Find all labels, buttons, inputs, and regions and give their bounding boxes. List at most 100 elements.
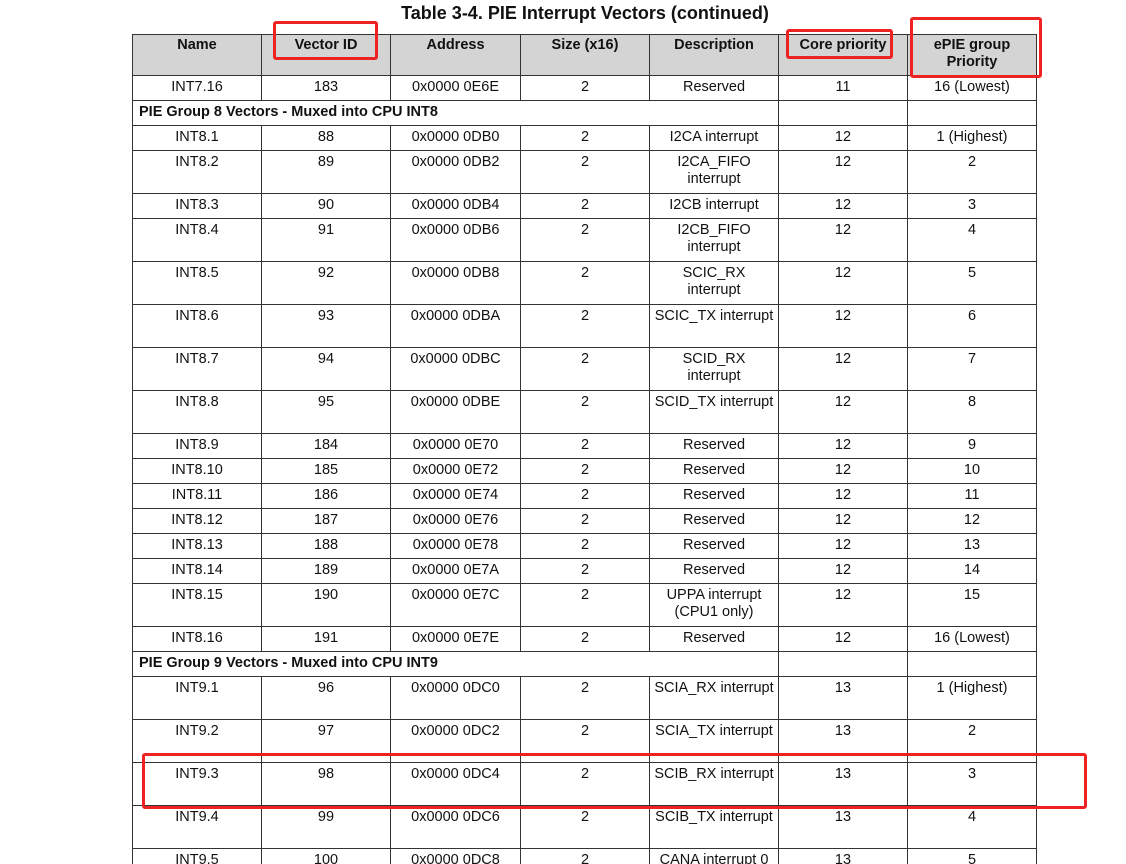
cell-vector-id: 91 xyxy=(261,218,391,262)
cell-address: 0x0000 0DC0 xyxy=(390,676,521,720)
cell-description: Reserved xyxy=(649,75,779,101)
cell-core-priority: 12 xyxy=(778,533,908,559)
cell-description: SCIA_RX interrupt xyxy=(649,676,779,720)
cell-size: 2 xyxy=(520,762,650,806)
cell-vector-id: 92 xyxy=(261,261,391,305)
cell-description: SCIA_TX interrupt xyxy=(649,719,779,763)
cell-epie-group-priority: 11 xyxy=(907,483,1037,509)
cell-name: INT8.15 xyxy=(132,583,262,627)
cell-size: 2 xyxy=(520,676,650,720)
cell-name: INT8.4 xyxy=(132,218,262,262)
table-row: INT8.11 186 0x0000 0E74 2 Reserved 12 11 xyxy=(132,483,1037,509)
cell-epie-group-priority: 9 xyxy=(907,433,1037,459)
table-header: Name Vector ID Address Size (x16) Descri… xyxy=(132,34,1037,76)
cell-epie-group-priority: 2 xyxy=(907,150,1037,194)
cell-description: Reserved xyxy=(649,483,779,509)
cell-description: Reserved xyxy=(649,558,779,584)
cell-address: 0x0000 0DBC xyxy=(390,347,521,391)
cell-description: SCID_TX interrupt xyxy=(649,390,779,434)
table-row: INT8.8 95 0x0000 0DBE 2 SCID_TX interrupt 12 8 xyxy=(132,390,1037,434)
cell-name: INT8.13 xyxy=(132,533,262,559)
header-size: Size (x16) xyxy=(520,34,650,76)
header-vector-id: Vector ID xyxy=(261,34,391,76)
cell-epie-group-priority: 1 (Highest) xyxy=(907,125,1037,151)
cell-vector-id: 93 xyxy=(261,304,391,348)
table-row: INT8.2 89 0x0000 0DB2 2 I2CA_FIFO interrupt 1… xyxy=(132,150,1037,194)
table-row: INT8.10 185 0x0000 0E72 2 Reserved 12 10 xyxy=(132,458,1037,484)
cell-size: 2 xyxy=(520,458,650,484)
cell-vector-id: 88 xyxy=(261,125,391,151)
cell-size: 2 xyxy=(520,533,650,559)
cell-address: 0x0000 0E72 xyxy=(390,458,521,484)
cell-size: 2 xyxy=(520,719,650,763)
group-empty-cell xyxy=(907,100,1037,126)
cell-core-priority: 13 xyxy=(778,676,908,720)
cell-name: INT8.3 xyxy=(132,193,262,219)
cell-epie-group-priority: 10 xyxy=(907,458,1037,484)
table-row: INT8.12 187 0x0000 0E76 2 Reserved 12 12 xyxy=(132,508,1037,534)
cell-description: I2CA_FIFO interrupt xyxy=(649,150,779,194)
header-row: Name Vector ID Address Size (x16) Descri… xyxy=(132,34,1037,76)
cell-address: 0x0000 0DBA xyxy=(390,304,521,348)
cell-core-priority: 12 xyxy=(778,390,908,434)
cell-vector-id: 99 xyxy=(261,805,391,849)
table-row: INT9.2 97 0x0000 0DC2 2 SCIA_TX interrupt 13 2 xyxy=(132,719,1037,763)
cell-vector-id: 89 xyxy=(261,150,391,194)
cell-description: SCID_RX interrupt xyxy=(649,347,779,391)
cell-core-priority: 11 xyxy=(778,75,908,101)
cell-size: 2 xyxy=(520,193,650,219)
cell-description: Reserved xyxy=(649,433,779,459)
cell-core-priority: 12 xyxy=(778,218,908,262)
cell-core-priority: 12 xyxy=(778,626,908,652)
cell-description: UPPA interrupt (CPU1 only) xyxy=(649,583,779,627)
cell-description: Reserved xyxy=(649,508,779,534)
cell-description: Reserved xyxy=(649,458,779,484)
cell-name: INT8.11 xyxy=(132,483,262,509)
table-row: INT9.3 98 0x0000 0DC4 2 SCIB_RX interrupt 13 3 xyxy=(132,762,1037,806)
cell-core-priority: 12 xyxy=(778,433,908,459)
cell-epie-group-priority: 13 xyxy=(907,533,1037,559)
cell-address: 0x0000 0E6E xyxy=(390,75,521,101)
table-row: INT8.15 190 0x0000 0E7C 2 UPPA interrupt (CP… xyxy=(132,583,1037,627)
cell-epie-group-priority: 3 xyxy=(907,762,1037,806)
cell-name: INT8.9 xyxy=(132,433,262,459)
cell-name: INT7.16 xyxy=(132,75,262,101)
cell-description: I2CA interrupt xyxy=(649,125,779,151)
cell-vector-id: 189 xyxy=(261,558,391,584)
pie-vectors-table: Name Vector ID Address Size (x16) Descri… xyxy=(132,34,1037,864)
table-row: INT9.5 100 0x0000 0DC8 2 CANA interrupt 0 13 5 xyxy=(132,848,1037,864)
cell-core-priority: 12 xyxy=(778,193,908,219)
cell-address: 0x0000 0DC6 xyxy=(390,805,521,849)
cell-vector-id: 97 xyxy=(261,719,391,763)
cell-core-priority: 13 xyxy=(778,805,908,849)
cell-description: I2CB interrupt xyxy=(649,193,779,219)
table-row: INT8.1 88 0x0000 0DB0 2 I2CA interrupt 12 1 (H… xyxy=(132,125,1037,151)
cell-address: 0x0000 0DC2 xyxy=(390,719,521,763)
cell-name: INT8.5 xyxy=(132,261,262,305)
group-empty-cell xyxy=(778,651,908,677)
table-row: INT8.5 92 0x0000 0DB8 2 SCIC_RX interrupt 12 5 xyxy=(132,261,1037,305)
cell-vector-id: 90 xyxy=(261,193,391,219)
cell-description: SCIB_RX interrupt xyxy=(649,762,779,806)
cell-core-priority: 12 xyxy=(778,583,908,627)
cell-address: 0x0000 0DB4 xyxy=(390,193,521,219)
cell-core-priority: 13 xyxy=(778,719,908,763)
cell-address: 0x0000 0DC8 xyxy=(390,848,521,864)
cell-size: 2 xyxy=(520,150,650,194)
cell-size: 2 xyxy=(520,433,650,459)
cell-address: 0x0000 0E7E xyxy=(390,626,521,652)
cell-name: INT8.12 xyxy=(132,508,262,534)
cell-size: 2 xyxy=(520,125,650,151)
cell-address: 0x0000 0DB8 xyxy=(390,261,521,305)
cell-size: 2 xyxy=(520,508,650,534)
group-empty-cell xyxy=(778,100,908,126)
cell-address: 0x0000 0DB2 xyxy=(390,150,521,194)
cell-core-priority: 12 xyxy=(778,304,908,348)
cell-size: 2 xyxy=(520,848,650,864)
table-row: INT8.13 188 0x0000 0E78 2 Reserved 12 13 xyxy=(132,533,1037,559)
cell-description: Reserved xyxy=(649,533,779,559)
cell-core-priority: 13 xyxy=(778,762,908,806)
cell-name: INT8.10 xyxy=(132,458,262,484)
table-row: INT8.14 189 0x0000 0E7A 2 Reserved 12 14 xyxy=(132,558,1037,584)
cell-address: 0x0000 0E70 xyxy=(390,433,521,459)
